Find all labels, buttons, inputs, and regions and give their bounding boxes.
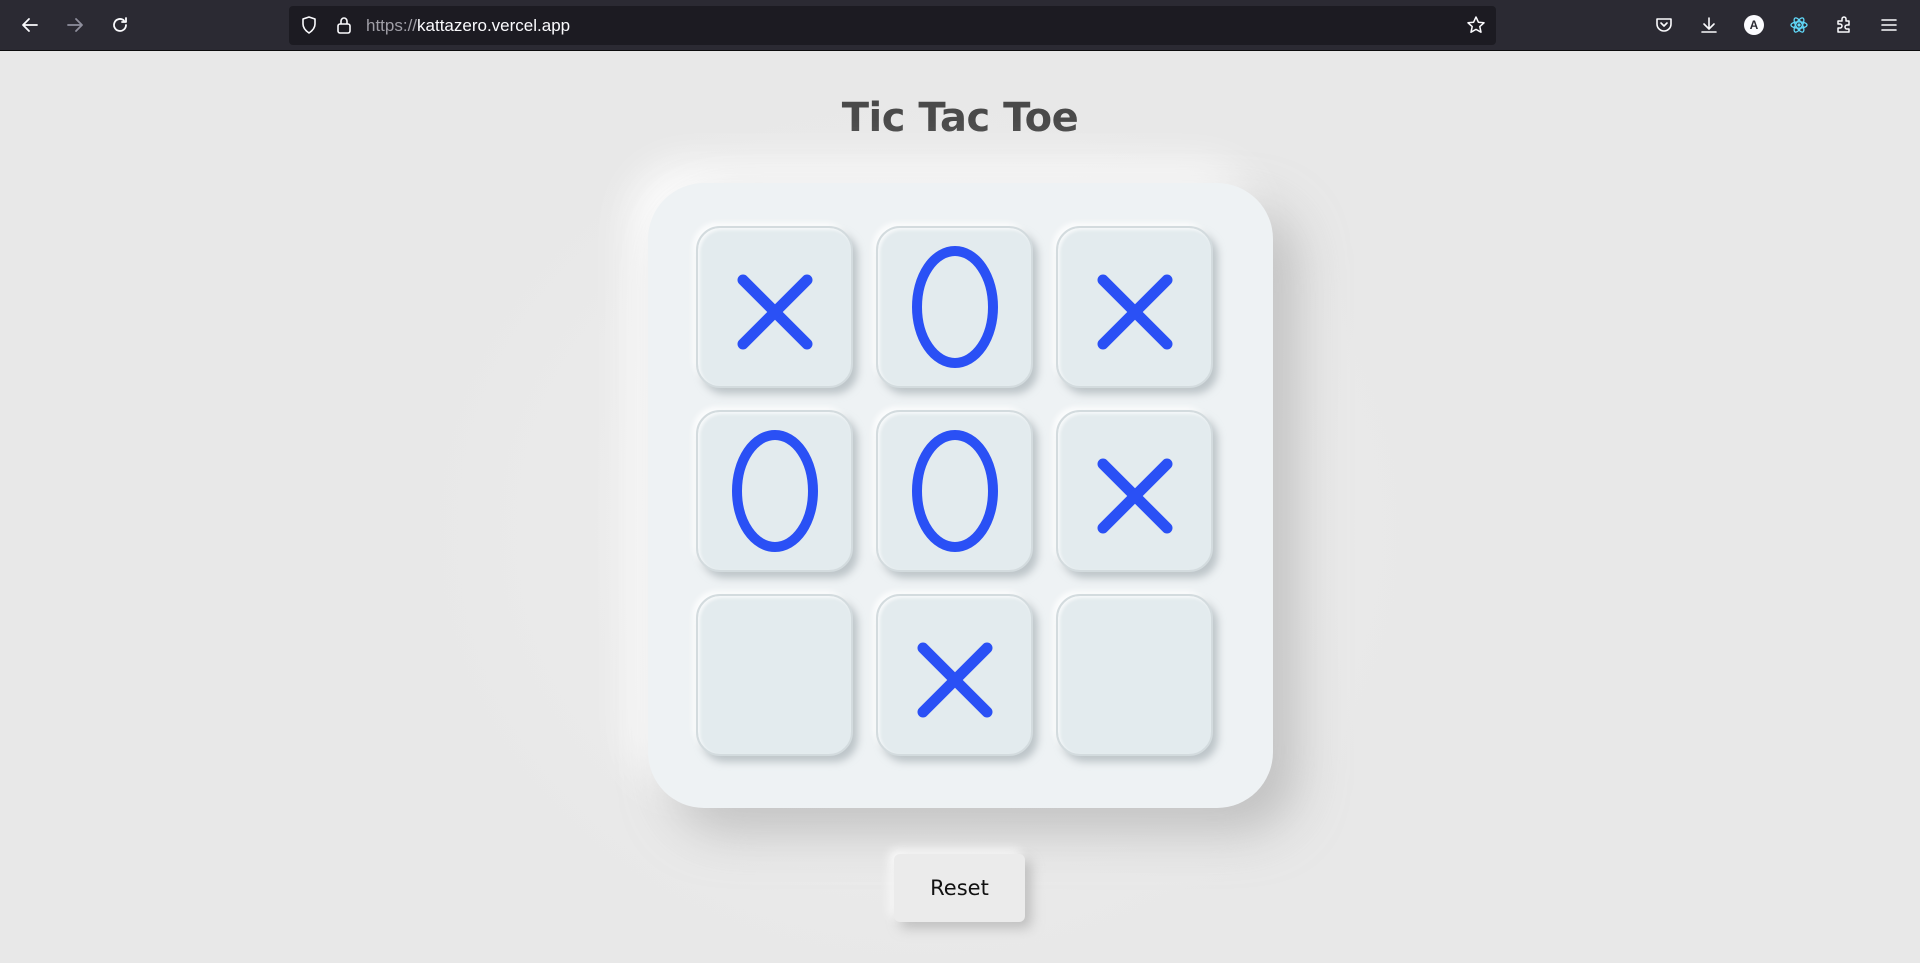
board-cell-7[interactable]: [696, 594, 853, 756]
o-mark: [911, 430, 998, 552]
url-host: kattazero.vercel.app: [417, 16, 571, 35]
x-mark: [737, 274, 812, 350]
pocket-icon: [1656, 18, 1672, 32]
board-cell-4[interactable]: [696, 410, 853, 572]
board-cell-5[interactable]: [876, 410, 1033, 572]
react-devtools-icon: [1790, 17, 1808, 33]
game-board: [648, 183, 1273, 808]
url-text[interactable]: https://kattazero.vercel.app: [366, 16, 570, 36]
url-scheme: https://: [366, 16, 418, 35]
page-title: Tic Tac Toe: [841, 95, 1079, 141]
menu-icon: [1881, 19, 1897, 31]
x-mark: [1097, 274, 1172, 350]
shield-icon[interactable]: [299, 15, 319, 35]
menu-button[interactable]: [1873, 9, 1905, 41]
back-icon: [22, 18, 38, 32]
o-mark: [731, 430, 818, 552]
board-cell-1[interactable]: [696, 226, 853, 388]
extensions-icon: [1837, 16, 1850, 33]
board-cell-8[interactable]: [876, 594, 1033, 756]
download-icon: [1701, 17, 1717, 33]
reset-button[interactable]: Reset: [894, 854, 1025, 922]
o-mark: [911, 246, 998, 368]
forward-icon: [67, 18, 83, 32]
board-cell-9[interactable]: [1056, 594, 1213, 756]
back-button[interactable]: [14, 9, 46, 41]
lock-icon[interactable]: [334, 15, 354, 35]
url-bar[interactable]: https://kattazero.vercel.app: [289, 6, 1496, 45]
reload-icon: [113, 17, 127, 32]
board-cell-2[interactable]: [876, 226, 1033, 388]
x-mark: [917, 642, 992, 718]
downloads-button[interactable]: [1693, 9, 1725, 41]
extensions-button[interactable]: [1828, 9, 1860, 41]
star-icon[interactable]: [1466, 15, 1486, 35]
pocket-button[interactable]: [1648, 9, 1680, 41]
reload-button[interactable]: [104, 9, 136, 41]
account-button[interactable]: A: [1738, 9, 1770, 41]
account-initial: A: [1749, 18, 1759, 32]
x-mark: [1097, 458, 1172, 534]
forward-button[interactable]: [59, 9, 91, 41]
board-cell-3[interactable]: [1056, 226, 1213, 388]
account-icon: A: [1744, 15, 1764, 35]
board-cell-6[interactable]: [1056, 410, 1213, 572]
browser-toolbar: https://kattazero.vercel.app A: [0, 0, 1920, 51]
page-content: Tic Tac Toe Reset: [0, 51, 1920, 963]
react-devtools-button[interactable]: [1783, 9, 1815, 41]
